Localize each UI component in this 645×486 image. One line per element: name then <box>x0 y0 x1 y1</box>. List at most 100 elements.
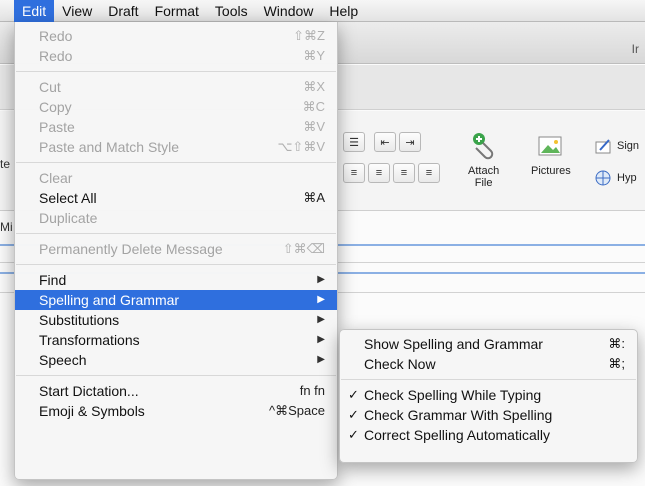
menu-item-label: Emoji & Symbols <box>39 403 145 419</box>
field-left-fragment: Mi <box>0 220 13 234</box>
submenu-arrow-icon: ▶ <box>317 294 325 305</box>
menu-item-shortcut: ⌘V <box>303 119 325 134</box>
menu-item-label: Transformations <box>39 332 140 348</box>
submenu-item-label: Show Spelling and Grammar <box>364 336 543 352</box>
signature-button[interactable]: Sign <box>595 138 639 154</box>
align-right-button[interactable]: ≡ <box>393 163 415 183</box>
pictures-button[interactable]: Pictures <box>531 131 571 177</box>
menu-item-paste: Paste ⌘V <box>15 117 337 137</box>
menu-item-label: Copy <box>39 99 72 115</box>
submenu-item-label: Correct Spelling Automatically <box>364 427 550 443</box>
signature-label: Sign <box>617 140 640 152</box>
list-buttons: ☰ ⇤ ⇥ <box>343 132 421 152</box>
pictures-label: Pictures <box>531 165 571 177</box>
submenu-arrow-icon: ▶ <box>317 354 325 365</box>
menu-item-spelling-and-grammar[interactable]: Spelling and Grammar ▶ <box>15 290 337 310</box>
menu-item-label: Paste <box>39 119 75 135</box>
paperclip-icon <box>472 133 493 160</box>
align-center-button[interactable]: ≡ <box>368 163 390 183</box>
menu-item-shortcut: ⇧⌘⌫ <box>282 241 325 256</box>
picture-icon <box>538 136 562 156</box>
menu-item-cut: Cut ⌘X <box>15 77 337 97</box>
hyperlink-label: Hyp <box>617 172 637 184</box>
menu-item-transformations[interactable]: Transformations ▶ <box>15 330 337 350</box>
menu-item-label: Spelling and Grammar <box>39 292 180 308</box>
submenu-item-check-now[interactable]: Check Now ⌘; <box>340 354 637 374</box>
menu-item-start-dictation[interactable]: Start Dictation... fn fn <box>15 381 337 401</box>
submenu-item-show-spelling-and-grammar[interactable]: Show Spelling and Grammar ⌘: <box>340 334 637 354</box>
attach-file-button[interactable]: Attach File <box>468 131 499 189</box>
menu-item-copy: Copy ⌘C <box>15 97 337 117</box>
menu-item-shortcut: ⌘A <box>303 190 325 205</box>
submenu-item-label: Check Now <box>364 356 436 372</box>
justify-button[interactable]: ≡ <box>418 163 440 183</box>
ribbon-left-fragment: te <box>0 157 11 171</box>
menu-item-shortcut: ⌘Y <box>303 48 325 63</box>
attach-file-label: Attach File <box>468 165 500 189</box>
menu-item-shortcut: ^⌘Space <box>269 403 325 418</box>
menu-item-speech[interactable]: Speech ▶ <box>15 350 337 370</box>
menu-separator <box>16 233 336 234</box>
menu-item-label: Select All <box>39 190 97 206</box>
align-buttons: ≡ ≡ ≡ ≡ <box>343 163 440 183</box>
menu-item-shortcut: ⌥⇧⌘V <box>277 139 325 154</box>
globe-link-icon <box>595 170 611 186</box>
menu-edit[interactable]: Edit <box>14 0 55 22</box>
menu-item-shortcut: ⌘X <box>303 79 325 94</box>
menu-item-label: Cut <box>39 79 61 95</box>
menu-item-label: Substitutions <box>39 312 120 328</box>
menu-format[interactable]: Format <box>147 0 207 22</box>
submenu-item-label: Check Grammar With Spelling <box>364 407 553 423</box>
menu-item-shortcut: ⇧⌘Z <box>293 28 325 43</box>
menu-item-substitutions[interactable]: Substitutions ▶ <box>15 310 337 330</box>
edit-menu: Redo ⇧⌘Z Redo ⌘Y Cut ⌘X Copy ⌘C Paste ⌘V Paste and… <box>14 22 338 480</box>
submenu-item-label: Check Spelling While Typing <box>364 387 542 403</box>
menu-item-find[interactable]: Find ▶ <box>15 270 337 290</box>
menu-tools[interactable]: Tools <box>207 0 256 22</box>
menu-separator <box>16 162 336 163</box>
submenu-item-shortcut: ⌘; <box>608 356 625 371</box>
submenu-item-shortcut: ⌘: <box>608 336 625 351</box>
menu-bar: Edit View Draft Format Tools Window Help <box>0 0 645 22</box>
submenu-arrow-icon: ▶ <box>317 314 325 325</box>
menu-separator <box>16 375 336 376</box>
menu-separator <box>16 71 336 72</box>
checkmark-icon: ✓ <box>348 407 359 422</box>
menu-help[interactable]: Help <box>321 0 366 22</box>
menu-item-duplicate: Duplicate <box>15 208 337 228</box>
submenu-arrow-icon: ▶ <box>317 274 325 285</box>
menu-item-permanently-delete-message: Permanently Delete Message ⇧⌘⌫ <box>15 239 337 259</box>
menu-window[interactable]: Window <box>256 0 322 22</box>
submenu-item-check-spelling-while-typing[interactable]: ✓ Check Spelling While Typing <box>340 385 637 405</box>
submenu-item-check-grammar-with-spelling[interactable]: ✓ Check Grammar With Spelling <box>340 405 637 425</box>
menu-item-redo: Redo ⇧⌘Z <box>15 26 337 46</box>
hyperlink-button[interactable]: Hyp <box>595 170 637 186</box>
menu-item-emoji-symbols[interactable]: Emoji & Symbols ^⌘Space <box>15 401 337 421</box>
increase-indent-button[interactable]: ⇥ <box>399 132 421 152</box>
menu-item-label: Duplicate <box>39 210 98 226</box>
checkmark-icon: ✓ <box>348 427 359 442</box>
checkmark-icon: ✓ <box>348 387 359 402</box>
menu-item-label: Speech <box>39 352 87 368</box>
decrease-indent-button[interactable]: ⇤ <box>374 132 396 152</box>
submenu-item-correct-spelling-automatically[interactable]: ✓ Correct Spelling Automatically <box>340 425 637 445</box>
spelling-grammar-submenu: Show Spelling and Grammar ⌘: Check Now ⌘; ✓ C… <box>339 329 638 463</box>
menu-item-shortcut: fn fn <box>299 383 325 398</box>
menu-item-redo: Redo ⌘Y <box>15 46 337 66</box>
signature-icon <box>595 139 611 154</box>
menu-separator <box>16 264 336 265</box>
menu-item-select-all[interactable]: Select All ⌘A <box>15 188 337 208</box>
menu-item-label: Redo <box>39 48 73 64</box>
menu-item-label: Permanently Delete Message <box>39 241 223 257</box>
menu-draft[interactable]: Draft <box>100 0 146 22</box>
numbered-list-button[interactable]: ☰ <box>343 132 365 152</box>
submenu-arrow-icon: ▶ <box>317 334 325 345</box>
menu-view[interactable]: View <box>54 0 100 22</box>
window-title: Ir <box>631 42 639 56</box>
menu-item-label: Paste and Match Style <box>39 139 180 155</box>
align-left-button[interactable]: ≡ <box>343 163 365 183</box>
menu-item-paste-and-match-style: Paste and Match Style ⌥⇧⌘V <box>15 137 337 157</box>
menu-item-label: Find <box>39 272 67 288</box>
menu-item-label: Clear <box>39 170 73 186</box>
menu-item-label: Start Dictation... <box>39 383 139 399</box>
